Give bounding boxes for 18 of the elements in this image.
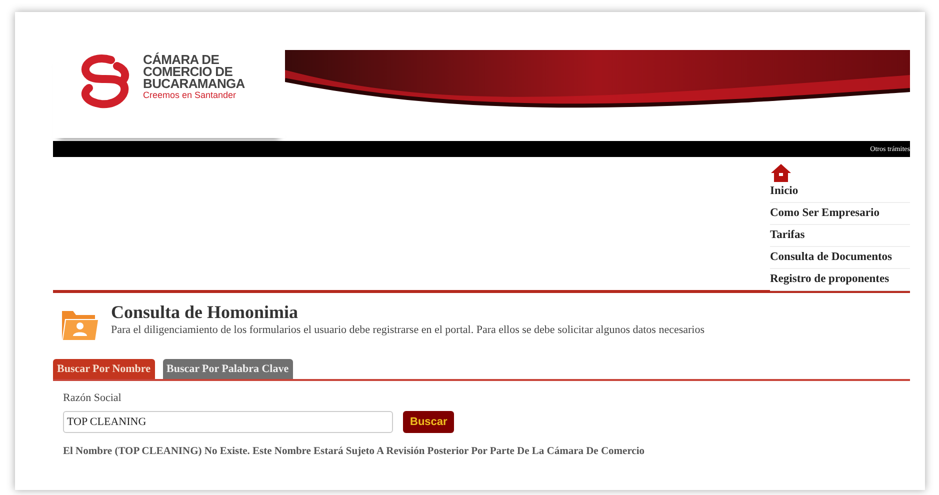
logo-text: COMERCIO DE [143, 66, 233, 78]
nav-link[interactable]: Inicio [770, 183, 910, 200]
nav-link[interactable]: Tarifas [770, 227, 910, 244]
logo-text: BUCARAMANGA [143, 78, 245, 90]
page-description: Para el diligenciamiento de los formularios el usuario debe registrarse en el portal. Para ellos se debe solicitar algunos datos necesarios [111, 323, 705, 337]
logo-tagline: Creemos en Santander [143, 90, 238, 101]
page-title: Consulta de Homonimia [111, 301, 300, 323]
tab[interactable]: Buscar Por Palabra Clave [162, 359, 293, 379]
nav-link[interactable]: Como Ser Empresario [770, 205, 910, 222]
field-label: Razón Social [63, 391, 122, 405]
result-message: El Nombre (TOP CLEANING) No Existe. Este Nombre Estará Sujeto A Revisión Posterior Por Parte De La Cámara De Comercio [63, 445, 646, 458]
home-icon [770, 163, 792, 183]
company-name-field[interactable]: TOP CLEANING [63, 411, 393, 433]
nav-link[interactable]: Registro de proponentes [770, 271, 910, 288]
nav-link[interactable]: Consulta de Documentos [770, 249, 910, 266]
search-button[interactable]: Buscar [403, 411, 454, 433]
tab[interactable]: Buscar Por Nombre [53, 359, 154, 379]
logo-text: CÁMARA DE [143, 54, 220, 66]
